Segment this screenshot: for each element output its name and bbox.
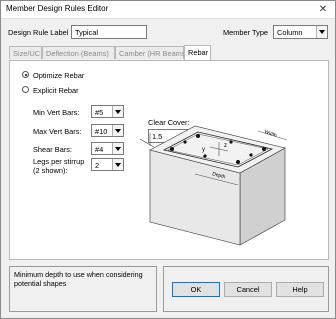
tab-rebar[interactable]: Rebar [184,45,211,60]
tab-camber-hr-beams[interactable]: Camber (HR Beams) [115,46,188,59]
dialog-window: Member Design Rules Editor ✕ Design Rule… [0,0,336,319]
member-type-label: Member Type [223,28,269,37]
chevron-down-icon [112,125,123,136]
min-vert-bars-value: #5 [95,108,104,117]
ok-button[interactable]: OK [172,282,220,297]
tab-size-uc[interactable]: Size/UC [9,46,42,59]
rebar-panel: Optimize Rebar Explicit Rebar Min Vert B… [9,60,329,260]
explicit-rebar-label: Explicit Rebar [33,86,79,95]
chevron-down-icon [112,106,123,117]
shear-bars-select[interactable]: #4 [91,142,124,155]
window-title: Member Design Rules Editor [6,4,109,13]
max-vert-bars-select[interactable]: #10 [91,124,124,137]
shear-bars-label: Shear Bars: [33,145,73,154]
y-axis-label: y [202,147,205,153]
design-rule-label: Design Rule Label [8,28,69,37]
optimize-rebar-radio[interactable] [22,71,29,78]
legs-shown-label: (2 shown): [33,166,68,175]
legs-per-stirrup-select[interactable]: 2 [91,158,124,171]
legs-per-stirrup-label: Legs per stirrup [33,157,85,166]
button-group: OK Cancel Help [163,266,329,312]
optimize-rebar-label: Optimize Rebar [33,71,85,80]
column-section-diagram: y z Width Depth [140,125,288,246]
member-type-value: Column [277,28,303,37]
help-button[interactable]: Help [276,282,324,297]
shear-bars-value: #4 [95,145,104,154]
chevron-down-icon [112,143,123,154]
hint-text: Minimum depth to use when considering po… [14,270,143,288]
chevron-down-icon [112,159,123,170]
chevron-down-icon [316,26,327,38]
width-label: Width [263,129,277,139]
min-vert-bars-select[interactable]: #5 [91,105,124,118]
member-type-select[interactable]: Column [273,25,328,39]
tab-deflection-beams[interactable]: Deflection (Beams) [42,46,115,59]
max-vert-bars-value: #10 [95,127,108,136]
min-vert-bars-label: Min Vert Bars: [33,108,80,117]
max-vert-bars-label: Max Vert Bars: [33,127,82,136]
hint-panel: Minimum depth to use when considering po… [9,266,157,312]
close-icon[interactable]: ✕ [311,1,335,18]
design-rule-input-value: Typical [75,28,99,37]
design-rule-input[interactable]: Typical [71,25,147,39]
title-bar: Member Design Rules Editor ✕ [1,1,335,19]
legs-per-stirrup-value: 2 [95,161,100,170]
explicit-rebar-radio[interactable] [22,86,29,93]
cancel-button[interactable]: Cancel [224,282,272,297]
z-axis-label: z [224,143,227,149]
